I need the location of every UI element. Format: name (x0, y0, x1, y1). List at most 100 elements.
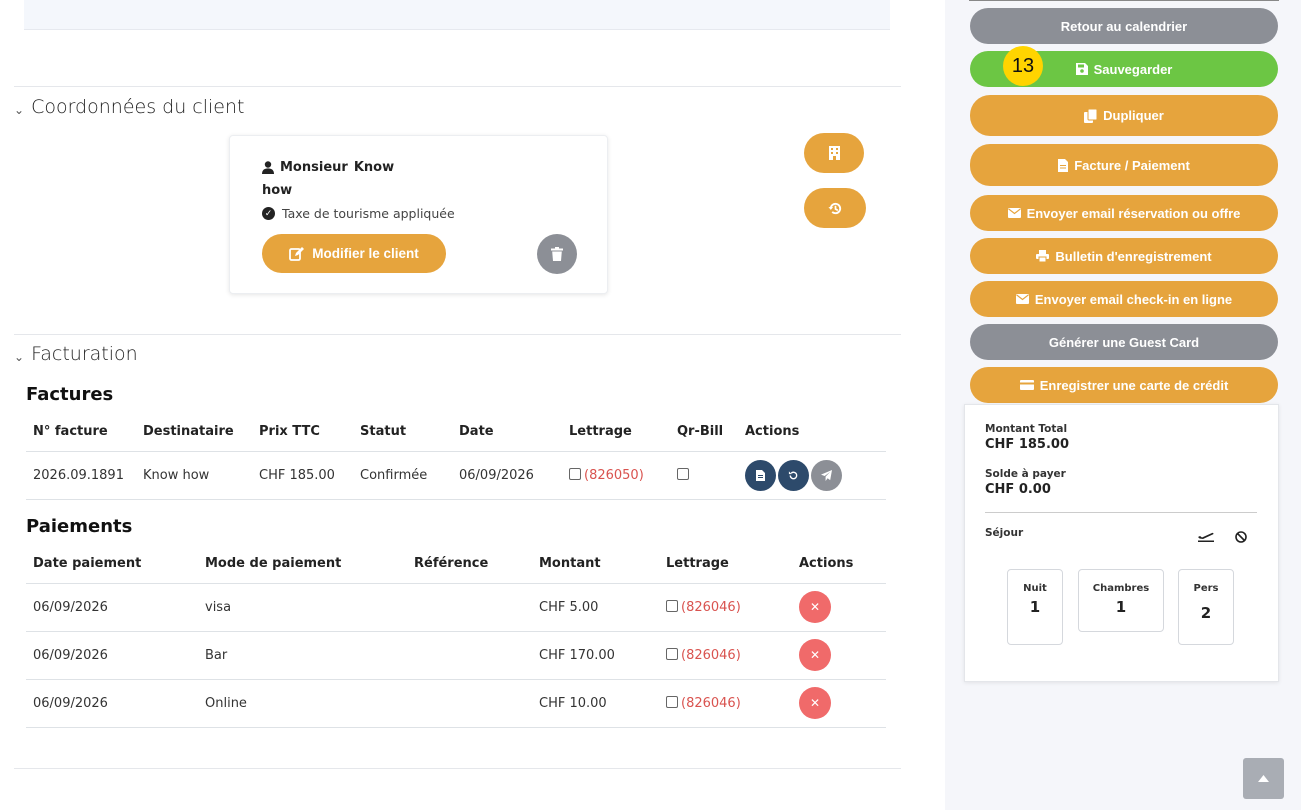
column-header: Mode de paiement (198, 544, 407, 584)
invoice-price: CHF 185.00 (252, 451, 353, 500)
total-amount-value: CHF 185.00 (985, 437, 1069, 452)
qr-bill-checkbox[interactable] (677, 467, 689, 480)
payment-lettering: (826046) (681, 695, 741, 711)
payment-reference (407, 583, 532, 632)
nights-value: 1 (1029, 598, 1041, 616)
invoice-payment-button[interactable]: Facture / Paiement (970, 144, 1278, 186)
payment-mode: Online (198, 679, 407, 728)
client-name: Monsieur Know (262, 160, 394, 175)
column-header: Référence (407, 544, 532, 584)
lettering-checkbox[interactable] (666, 695, 678, 708)
client-section-header[interactable]: ⌄ Coordonnées du client (14, 96, 244, 118)
payment-amount: CHF 5.00 (532, 583, 659, 632)
invoice-actions (738, 451, 886, 500)
payments-table: Date paiement Mode de paiement Référence… (26, 544, 886, 728)
invoice-number[interactable]: 2026.09.1891 (26, 451, 136, 500)
building-icon (828, 146, 840, 160)
booking-summary-card: Montant Total CHF 185.00 Solde à payer C… (964, 404, 1279, 682)
printer-icon (1036, 250, 1050, 262)
column-header: Prix TTC (252, 412, 353, 452)
invoices-title: Factures (26, 384, 114, 405)
divider (14, 334, 901, 335)
save-credit-card-label: Enregistrer une carte de crédit (1039, 377, 1229, 393)
credit-card-icon (1019, 380, 1034, 390)
stay-label: Séjour (985, 527, 1024, 539)
invoices-header-row: N° facture Destinataire Prix TTC Statut … (26, 412, 886, 452)
invoice-date: 06/09/2026 (452, 451, 562, 500)
send-booking-email-label: Envoyer email réservation ou offre (1026, 205, 1241, 221)
column-header: Date (452, 412, 562, 452)
table-row: 06/09/2026 Bar CHF 170.00 (826046) ✕ (26, 631, 886, 680)
chevron-up-icon (1258, 775, 1269, 782)
payment-actions: ✕ (792, 679, 886, 728)
send-checkin-email-button[interactable]: Envoyer email check-in en ligne (970, 281, 1278, 317)
persons-label: Pers (1193, 583, 1219, 594)
payment-actions: ✕ (792, 583, 886, 632)
payment-mode: Bar (198, 631, 407, 680)
payment-mode: visa (198, 583, 407, 632)
divider (985, 512, 1257, 513)
payment-actions: ✕ (792, 631, 886, 680)
delete-payment-button[interactable]: ✕ (799, 591, 831, 623)
edit-client-button[interactable]: Modifier le client (262, 234, 446, 273)
duplicate-label: Dupliquer (1103, 108, 1164, 123)
edit-icon (289, 246, 305, 261)
invoice-payment-label: Facture / Paiement (1074, 157, 1190, 173)
plane-departure-icon[interactable] (1198, 531, 1214, 542)
history-button[interactable] (804, 188, 866, 228)
payment-reference (407, 679, 532, 728)
envelope-icon (1015, 294, 1029, 304)
duplicate-button[interactable]: Dupliquer (970, 95, 1278, 136)
divider (14, 86, 901, 87)
persons-value: 2 (1200, 604, 1212, 622)
file-icon (1058, 158, 1069, 172)
divider (14, 768, 901, 769)
delete-payment-button[interactable]: ✕ (799, 687, 831, 719)
lettering-checkbox[interactable] (569, 467, 581, 480)
client-civility: Monsieur (280, 160, 348, 175)
column-header: Date paiement (26, 544, 198, 584)
table-row: 2026.09.1891 Know how CHF 185.00 Confirm… (26, 451, 886, 500)
scroll-to-top-button[interactable] (1243, 758, 1284, 799)
column-header: Statut (353, 412, 452, 452)
delete-payment-button[interactable]: ✕ (799, 639, 831, 671)
billing-section-header[interactable]: ⌄ Facturation (14, 343, 138, 365)
invoices-table: N° facture Destinataire Prix TTC Statut … (26, 412, 886, 500)
close-icon: ✕ (809, 600, 821, 614)
client-section-title: Coordonnées du client (31, 96, 245, 118)
column-header: Montant (532, 544, 659, 584)
copy-icon (1084, 108, 1098, 123)
chevron-down-icon: ⌄ (14, 103, 25, 117)
payment-amount: CHF 170.00 (532, 631, 659, 680)
column-header: Actions (792, 544, 886, 584)
send-invoice-button[interactable] (811, 459, 842, 491)
envelope-icon (1007, 208, 1021, 218)
qr-bill-cell (670, 451, 738, 500)
nights-box: Nuit 1 (1007, 569, 1063, 645)
delete-client-button[interactable] (537, 234, 577, 274)
trash-icon (551, 247, 563, 261)
payment-lettering-cell: (826046) (659, 583, 792, 632)
client-last-name: how (262, 183, 293, 198)
lettering-checkbox[interactable] (666, 599, 678, 612)
refresh-invoice-button[interactable] (778, 459, 809, 491)
payments-title: Paiements (26, 516, 133, 537)
generate-guest-card-button[interactable]: Générer une Guest Card (970, 324, 1278, 360)
registration-form-button[interactable]: Bulletin d'enregistrement (970, 238, 1278, 274)
edit-client-label: Modifier le client (312, 246, 419, 261)
back-to-calendar-button[interactable]: Retour au calendrier (970, 8, 1278, 44)
company-button[interactable] (804, 133, 864, 173)
save-credit-card-button[interactable]: Enregistrer une carte de crédit (970, 367, 1278, 403)
invoice-status: Confirmée (353, 451, 452, 500)
send-checkin-email-label: Envoyer email check-in en ligne (1034, 291, 1233, 307)
view-invoice-button[interactable] (745, 459, 776, 491)
ban-icon[interactable] (1235, 531, 1247, 543)
paper-plane-icon (821, 469, 832, 481)
send-booking-email-button[interactable]: Envoyer email réservation ou offre (970, 195, 1278, 231)
close-icon: ✕ (809, 648, 821, 662)
invoice-lettering-cell: (826050) (562, 451, 670, 500)
lettering-checkbox[interactable] (666, 647, 678, 660)
refresh-icon (788, 470, 798, 479)
chevron-down-icon: ⌄ (14, 350, 25, 364)
billing-section-title: Facturation (31, 343, 138, 365)
